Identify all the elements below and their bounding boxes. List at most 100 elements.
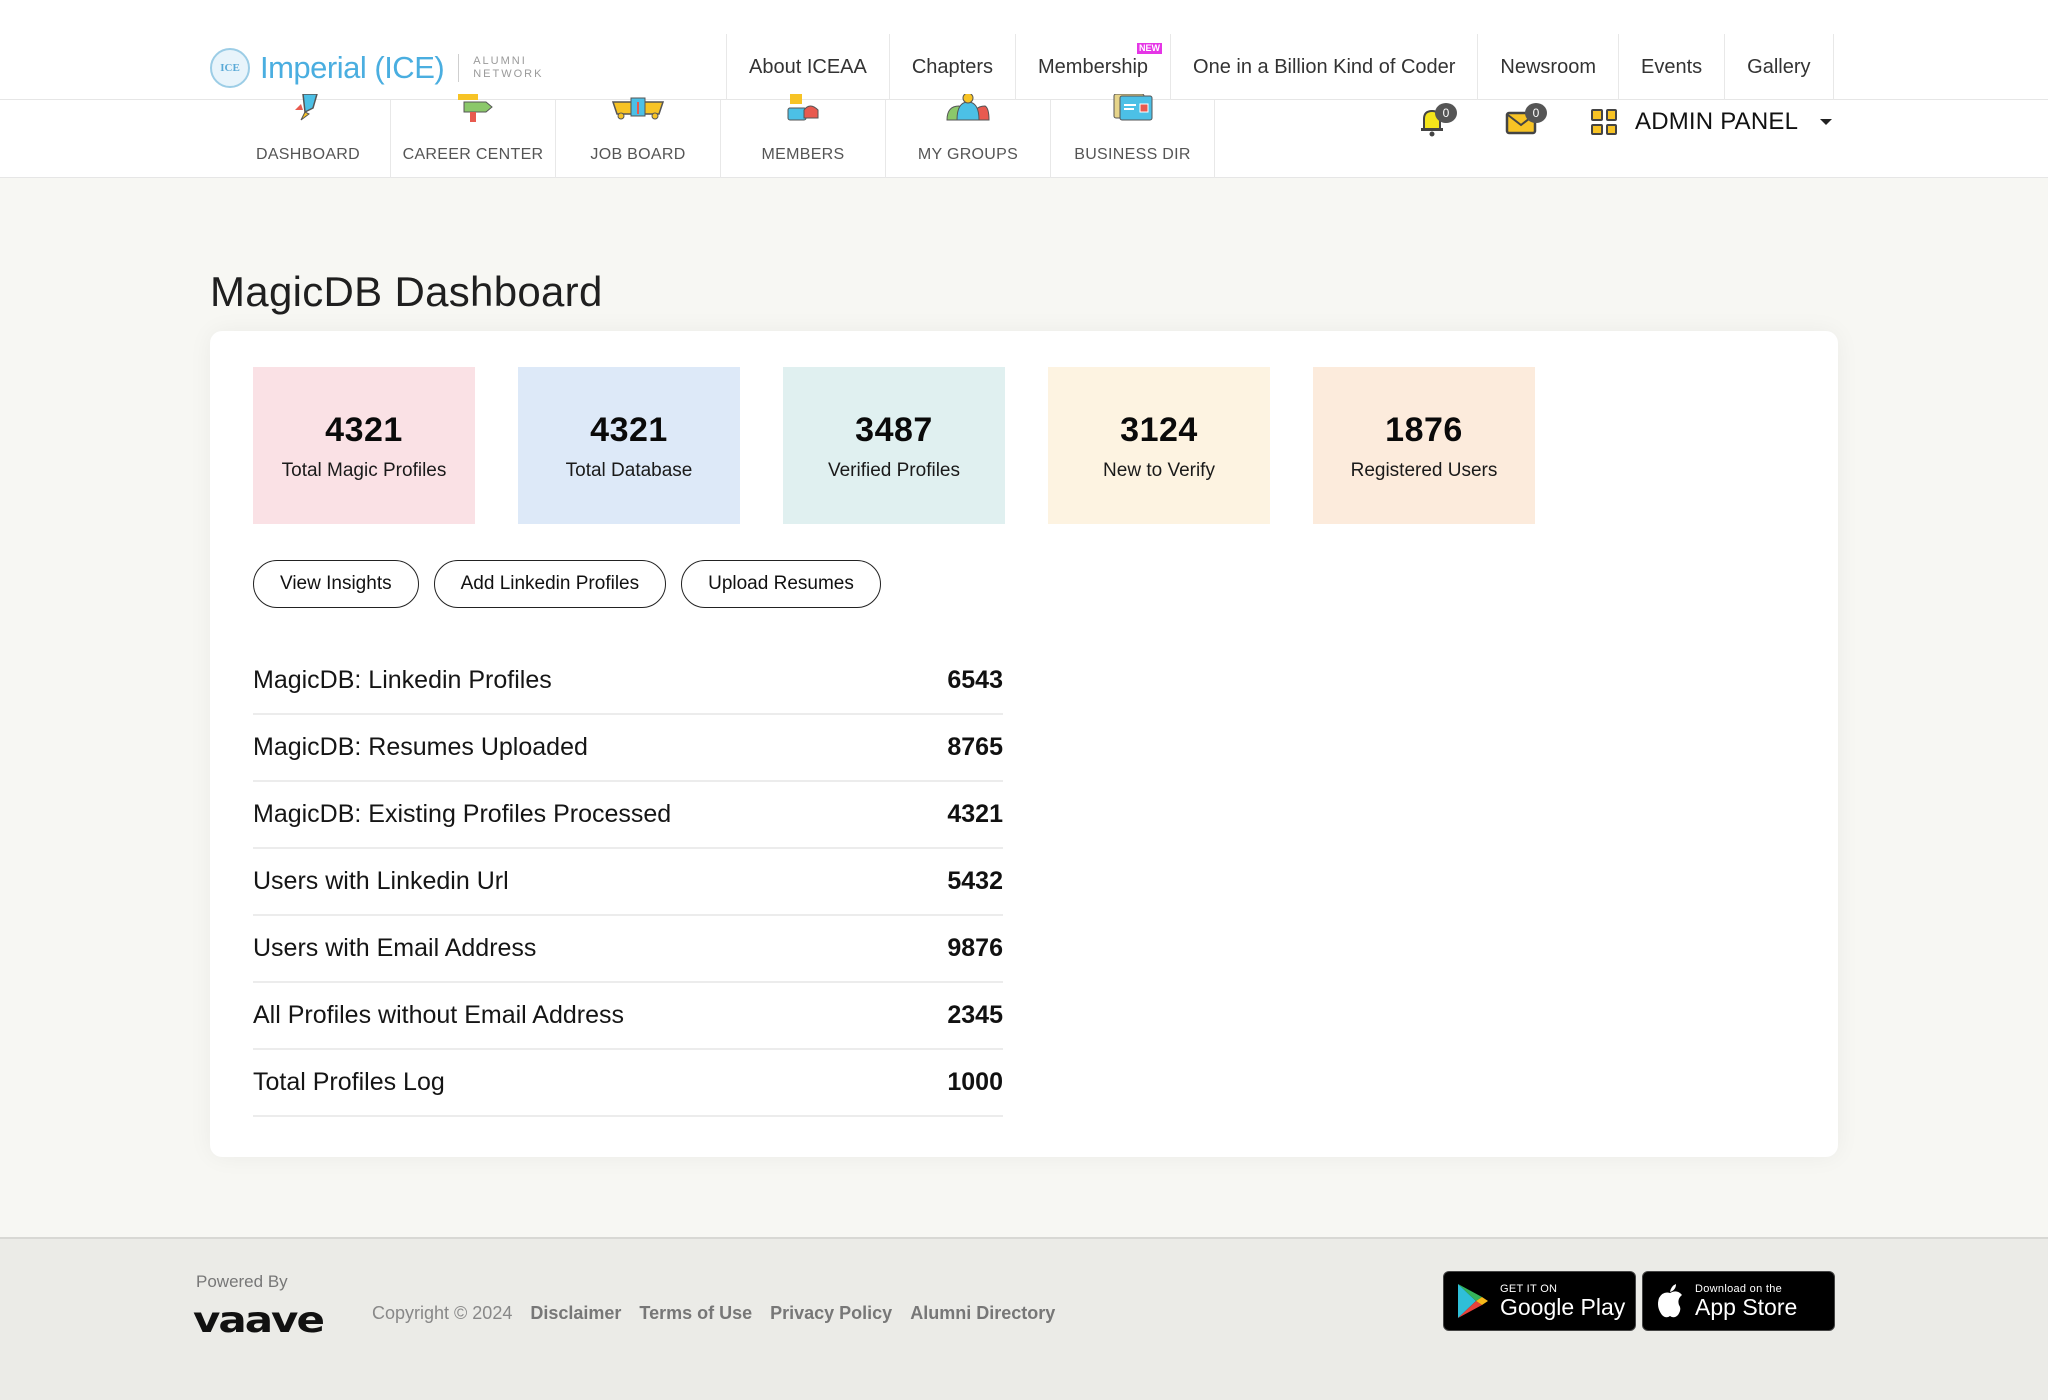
page-title: MagicDB Dashboard [210, 268, 603, 315]
metric-label: Users with Linkedin Url [253, 867, 509, 895]
metric-value: 4321 [947, 800, 1003, 828]
privacy-policy-link[interactable]: Privacy Policy [770, 1303, 892, 1324]
quicknav-career-center[interactable]: CAREER CENTER [391, 94, 556, 178]
metric-label: MagicDB: Existing Profiles Processed [253, 800, 672, 828]
logo-subtitle-line1: ALUMNI [473, 55, 527, 67]
quicknav-label: CAREER CENTER [402, 146, 544, 163]
nav-events[interactable]: Events [1619, 34, 1726, 100]
header-utilities: 0 0 ADMIN PANEL [1405, 100, 1833, 144]
rocket-icon [295, 94, 318, 121]
quicknav-label: DASHBOARD [255, 146, 361, 163]
metric-label: Total Profiles Log [253, 1068, 445, 1096]
metric-value: 5432 [947, 867, 1003, 895]
members-icon [787, 94, 819, 121]
nav-label: Chapters [911, 55, 993, 78]
logo-name: Imperial (ICE) [260, 50, 445, 85]
metric-value: 1000 [947, 1068, 1003, 1096]
stat-new-to-verify: 3124 New to Verify [1048, 367, 1270, 524]
copyright: Copyright © 2024 [372, 1303, 513, 1323]
notifications-button[interactable]: 0 [1415, 103, 1457, 139]
quicknav-business-dir[interactable]: BUSINESS DIR [1051, 94, 1215, 178]
metric-row: Total Profiles Log 1000 [253, 1050, 1003, 1117]
top-navbar: ICE Imperial (ICE) ALUMNI NETWORK About … [0, 0, 2048, 100]
notifications-count: 0 [1435, 103, 1457, 123]
apple-icon [1658, 1284, 1682, 1318]
messages-button[interactable]: 0 [1505, 103, 1547, 139]
job-board-icon [611, 97, 665, 120]
stat-label: Registered Users [1350, 460, 1498, 481]
quicknav-my-groups[interactable]: MY GROUPS [886, 94, 1051, 178]
stat-total-magic-profiles: 4321 Total Magic Profiles [253, 367, 475, 524]
metric-row: MagicDB: Linkedin Profiles 6543 [253, 648, 1003, 715]
messages-count: 0 [1525, 103, 1547, 123]
footer-links: Copyright © 2024 Disclaimer Terms of Use… [372, 1303, 1055, 1324]
quicknav-dashboard[interactable]: DASHBOARD [226, 94, 391, 178]
nav-label: Membership [1038, 55, 1149, 78]
app-store-big: App Store [1695, 1294, 1798, 1320]
quicknav-label: MY GROUPS [917, 146, 1019, 163]
nav-membership[interactable]: Membership NEW [1016, 34, 1172, 100]
metric-label: MagicDB: Resumes Uploaded [253, 733, 588, 761]
nav-gallery[interactable]: Gallery [1725, 34, 1834, 100]
action-buttons: View Insights Add Linkedin Profiles Uplo… [253, 560, 881, 608]
metric-value: 2345 [947, 1001, 1003, 1029]
footer: Powered By vaave Copyright © 2024 Discla… [0, 1237, 2048, 1400]
view-insights-button[interactable]: View Insights [253, 560, 419, 608]
metric-row: Users with Linkedin Url 5432 [253, 849, 1003, 916]
stat-label: Total Database [565, 460, 693, 481]
nav-coder[interactable]: One in a Billion Kind of Coder [1171, 34, 1479, 100]
ice-seal-icon: ICE [210, 48, 250, 88]
metrics-list: MagicDB: Linkedin Profiles 6543 MagicDB: … [253, 648, 1003, 1117]
new-badge: NEW [1137, 43, 1163, 54]
metric-row: MagicDB: Resumes Uploaded 8765 [253, 715, 1003, 782]
nav-label: Events [1641, 55, 1703, 78]
vaave-logo[interactable]: vaave [193, 1299, 325, 1341]
disclaimer-link[interactable]: Disclaimer [530, 1303, 621, 1324]
metric-row: All Profiles without Email Address 2345 [253, 983, 1003, 1050]
terms-of-use-link[interactable]: Terms of Use [639, 1303, 752, 1324]
stat-value: 4321 [325, 411, 403, 449]
nav-chapters[interactable]: Chapters [890, 34, 1016, 100]
stat-verified-profiles: 3487 Verified Profiles [783, 367, 1005, 524]
alumni-directory-link[interactable]: Alumni Directory [910, 1303, 1055, 1324]
main-nav: About ICEAA Chapters Membership NEW One … [726, 34, 1834, 100]
stat-value: 4321 [590, 411, 668, 449]
metric-value: 8765 [947, 733, 1003, 761]
quicknav-members[interactable]: MEMBERS [721, 94, 886, 178]
groups-icon [946, 94, 990, 121]
stat-value: 3124 [1120, 411, 1198, 449]
admin-panel-label: ADMIN PANEL [1635, 108, 1799, 135]
metric-row: MagicDB: Existing Profiles Processed 4321 [253, 782, 1003, 849]
quick-nav: DASHBOARD CAREER CENTER JOB BOARD MEMBER… [226, 94, 1215, 178]
quicknav-label: BUSINESS DIR [1074, 146, 1191, 163]
stat-value: 1876 [1385, 411, 1463, 449]
nav-label: About ICEAA [749, 55, 867, 78]
google-play-icon [1458, 1284, 1488, 1318]
upload-resumes-button[interactable]: Upload Resumes [681, 560, 881, 608]
metric-row: Users with Email Address 9876 [253, 916, 1003, 983]
app-store-text: Download on the App Store [1695, 1283, 1797, 1319]
admin-panel-dropdown[interactable]: ADMIN PANEL [1591, 108, 1833, 136]
stat-total-database: 4321 Total Database [518, 367, 740, 524]
signpost-icon [458, 94, 493, 122]
grid-icon [1591, 109, 1617, 135]
google-play-badge[interactable]: GET IT ON Google Play [1443, 1271, 1636, 1331]
app-store-badge[interactable]: Download on the App Store [1642, 1271, 1835, 1331]
add-linkedin-profiles-button[interactable]: Add Linkedin Profiles [433, 560, 667, 608]
dashboard-card: 4321 Total Magic Profiles 4321 Total Dat… [210, 331, 1838, 1157]
metric-label: Users with Email Address [253, 934, 537, 962]
quicknav-label: JOB BOARD [590, 146, 686, 163]
logo-subtitle-line2: NETWORK [473, 68, 544, 80]
nav-label: Newsroom [1500, 55, 1596, 78]
quicknav-job-board[interactable]: JOB BOARD [556, 97, 721, 178]
nav-newsroom[interactable]: Newsroom [1478, 34, 1619, 100]
site-logo[interactable]: ICE Imperial (ICE) ALUMNI NETWORK [210, 46, 543, 90]
metric-label: MagicDB: Linkedin Profiles [253, 666, 552, 694]
app-store-badges: GET IT ON Google Play Download on the Ap… [1443, 1271, 1835, 1331]
google-play-text: GET IT ON Google Play [1500, 1283, 1625, 1319]
stats-row: 4321 Total Magic Profiles 4321 Total Dat… [253, 367, 1535, 524]
quicknav-label: MEMBERS [761, 146, 845, 163]
nav-about-iceaa[interactable]: About ICEAA [727, 34, 890, 100]
stat-label: Verified Profiles [827, 460, 960, 481]
powered-by-label: Powered By [196, 1272, 288, 1291]
